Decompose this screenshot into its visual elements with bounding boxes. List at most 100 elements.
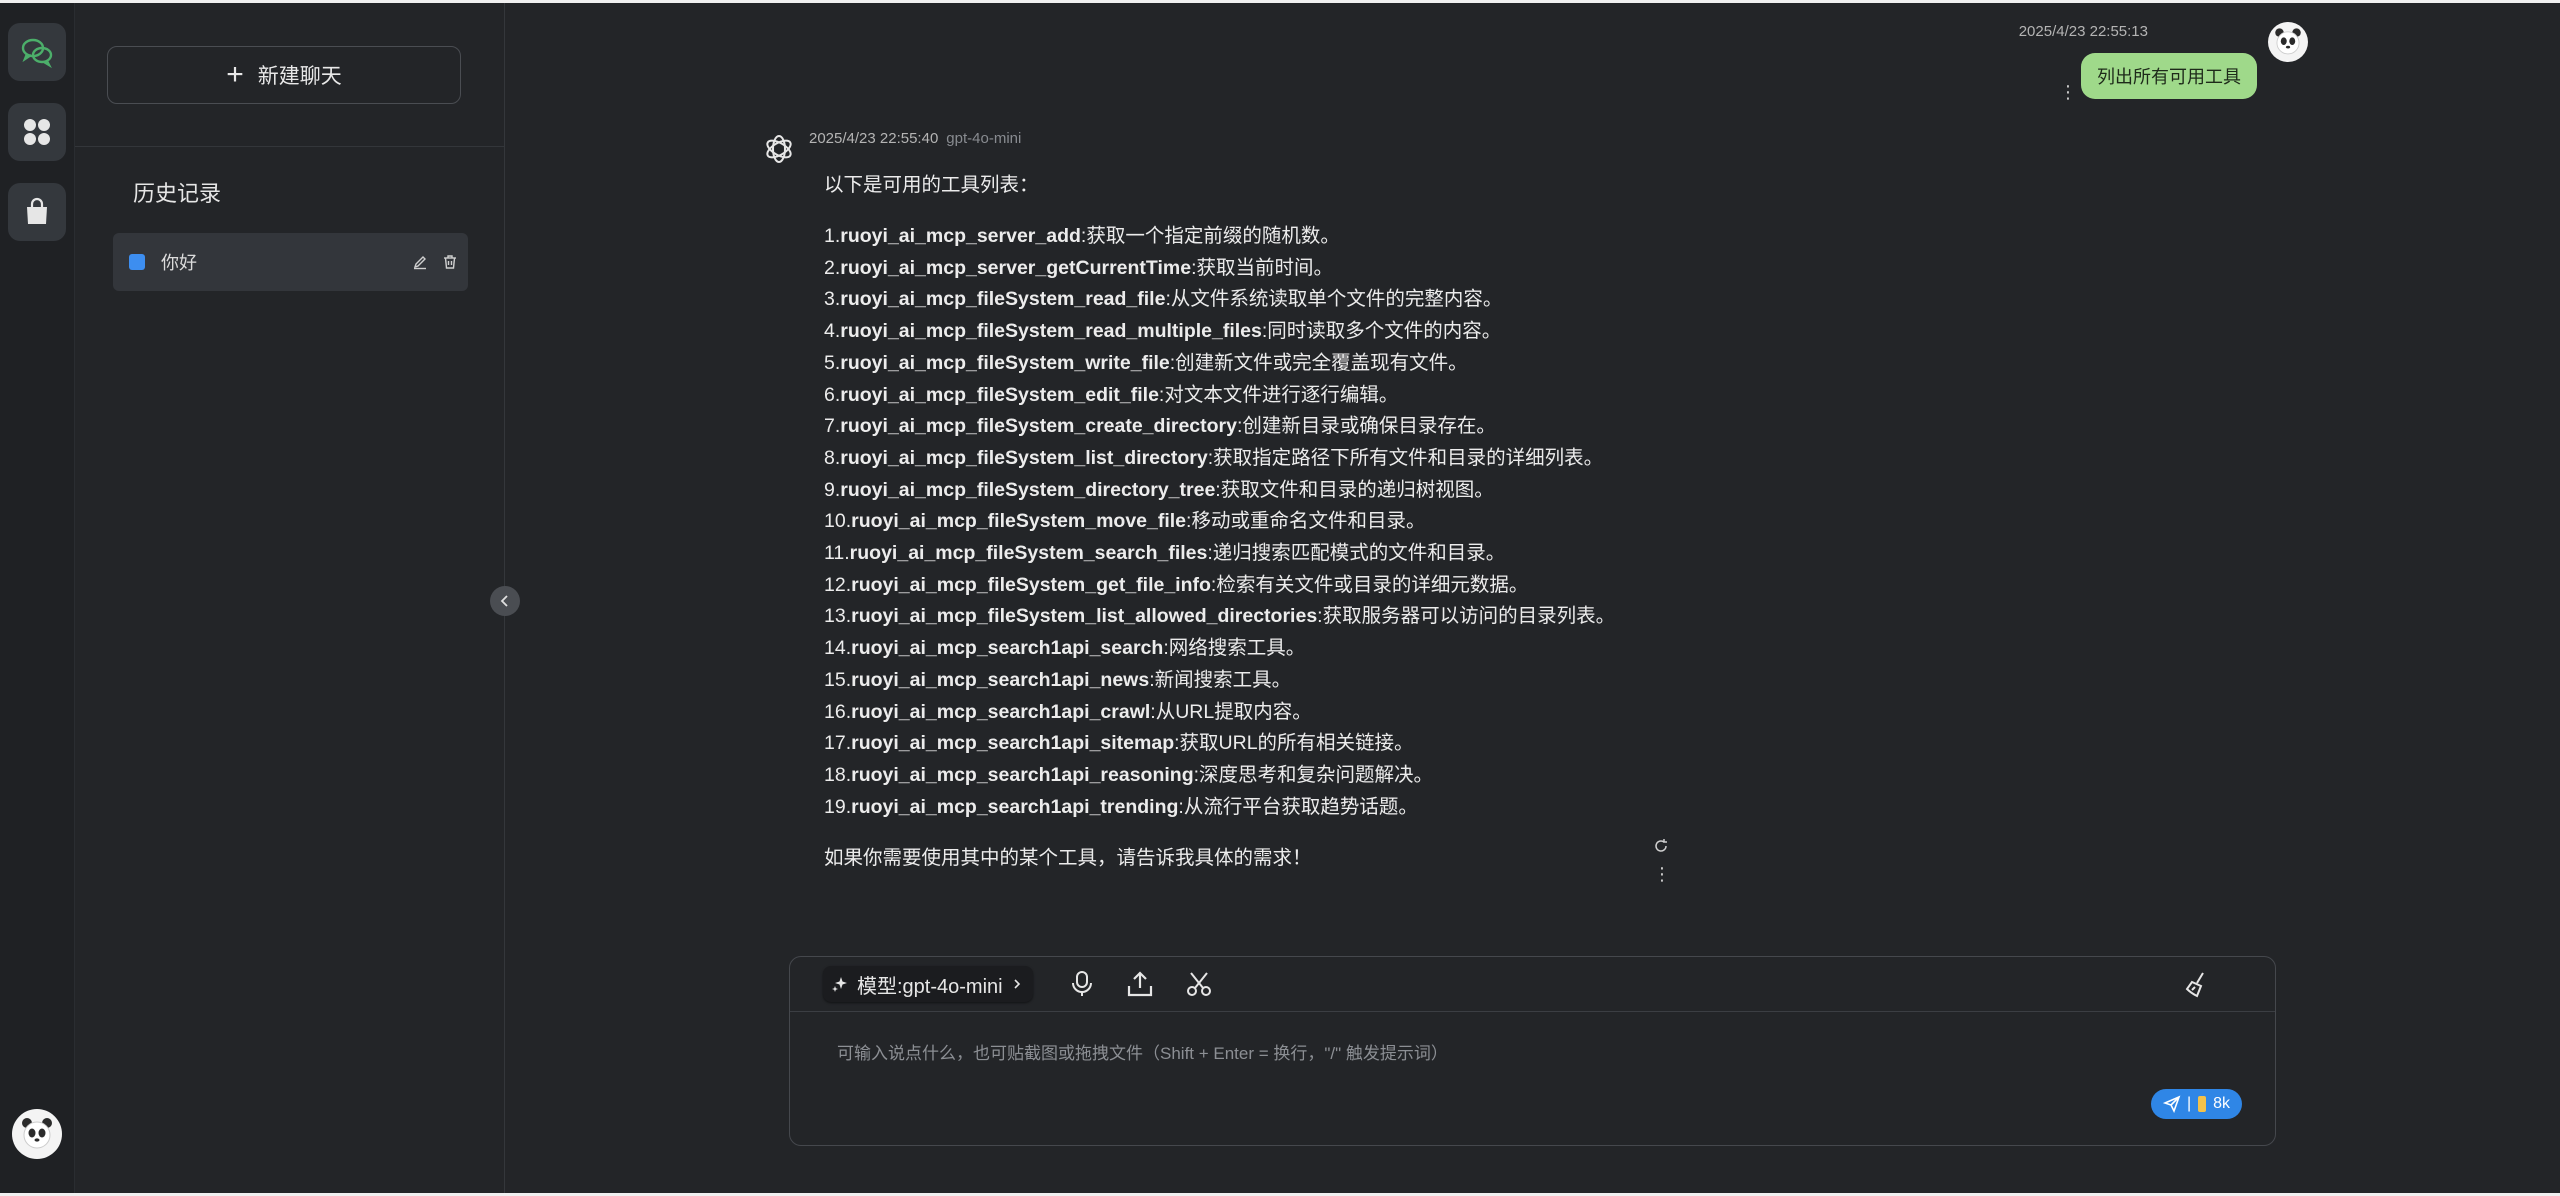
history-item[interactable]: 你好 bbox=[113, 233, 468, 291]
tool-description: :获取一个指定前缀的随机数。 bbox=[1080, 225, 1340, 247]
user-message-avatar bbox=[2268, 22, 2308, 62]
tool-description: :新闻搜索工具。 bbox=[1149, 668, 1292, 691]
tool-list: 1.ruoyi_ai_mcp_server_add:获取一个指定前缀的随机数。 2… bbox=[824, 221, 1644, 823]
user-avatar[interactable] bbox=[12, 1109, 62, 1159]
tool-name: ruoyi_ai_mcp_fileSystem_get_file_info bbox=[851, 573, 1211, 596]
history-title: 历史记录 bbox=[133, 181, 222, 206]
tool-index: 5. bbox=[824, 351, 841, 374]
screenshot-button[interactable] bbox=[1183, 968, 1215, 1000]
bag-icon bbox=[27, 197, 47, 224]
tool-index: 10. bbox=[824, 510, 852, 533]
tool-name: ruoyi_ai_mcp_search1api_sitemap bbox=[851, 732, 1175, 755]
collapse-sidebar-button[interactable] bbox=[490, 586, 520, 616]
tool-description: :获取指定路径下所有文件和目录的详细列表。 bbox=[1207, 446, 1604, 469]
tool-description: :移动或重命名文件和目录。 bbox=[1186, 510, 1426, 533]
tool-name: ruoyi_ai_mcp_fileSystem_list_directory bbox=[840, 446, 1208, 469]
tool-description: :创建新目录或确保目录存在。 bbox=[1236, 415, 1496, 438]
tool-index: 7. bbox=[824, 415, 841, 438]
tool-list-item: 17.ruoyi_ai_mcp_search1api_sitemap:获取URL… bbox=[824, 728, 1644, 760]
assistant-intro: 以下是可用的工具列表： bbox=[824, 174, 1039, 196]
tool-list-item: 18.ruoyi_ai_mcp_search1api_reasoning:深度思… bbox=[824, 760, 1644, 792]
tool-list-item: 16.ruoyi_ai_mcp_search1api_crawl:从URL提取内… bbox=[824, 697, 1644, 729]
tool-list-item: 2.ruoyi_ai_mcp_server_getCurrentTime:获取当… bbox=[824, 253, 1644, 285]
microphone-icon bbox=[1072, 971, 1092, 996]
tool-name: ruoyi_ai_mcp_fileSystem_create_directory bbox=[840, 415, 1237, 438]
tool-description: :从流行平台获取趋势话题。 bbox=[1178, 795, 1418, 818]
tool-list-item: 15.ruoyi_ai_mcp_search1api_news:新闻搜索工具。 bbox=[824, 665, 1644, 697]
rail-apps-button[interactable] bbox=[8, 103, 66, 161]
tool-description: :创建新文件或完全覆盖现有文件。 bbox=[1169, 351, 1468, 374]
tool-description: :获取URL的所有相关链接。 bbox=[1174, 732, 1414, 755]
delete-icon[interactable] bbox=[438, 250, 462, 274]
assistant-message-timestamp: 2025/4/23 22:55:40 bbox=[809, 130, 939, 147]
tool-list-item: 3.ruoyi_ai_mcp_fileSystem_read_file:从文件系… bbox=[824, 284, 1644, 316]
assistant-message-body: 以下是可用的工具列表： 1.ruoyi_ai_mcp_server_add:获取… bbox=[824, 170, 1644, 874]
tool-index: 18. bbox=[824, 763, 852, 786]
tool-name: ruoyi_ai_mcp_search1api_reasoning bbox=[851, 763, 1194, 786]
panda-avatar-icon bbox=[22, 1118, 52, 1149]
chat-icon bbox=[21, 38, 53, 69]
tool-description: :网络搜索工具。 bbox=[1163, 637, 1306, 660]
edit-icon[interactable] bbox=[408, 250, 432, 274]
scissors-icon bbox=[1187, 972, 1211, 996]
composer-toolbar: 模型:gpt-4o-mini bbox=[790, 957, 2275, 1012]
tool-list-item: 1.ruoyi_ai_mcp_server_add:获取一个指定前缀的随机数。 bbox=[824, 221, 1644, 253]
tool-description: :从URL提取内容。 bbox=[1150, 700, 1312, 723]
tool-index: 14. bbox=[824, 637, 852, 660]
tool-description: :检索有关文件或目录的详细元数据。 bbox=[1210, 573, 1529, 596]
assistant-avatar bbox=[760, 130, 798, 168]
clear-chat-button[interactable] bbox=[2181, 968, 2213, 1000]
tool-description: :获取文件和目录的递归树视图。 bbox=[1215, 478, 1494, 501]
user-message-bubble: 列出所有可用工具 bbox=[2081, 53, 2257, 99]
tool-description: :获取当前时间。 bbox=[1191, 256, 1333, 279]
broom-icon bbox=[2185, 972, 2204, 998]
history-item-label: 你好 bbox=[161, 253, 197, 273]
tool-index: 3. bbox=[824, 288, 841, 311]
message-input[interactable]: 可输入说点什么，也可贴截图或拖拽文件（Shift + Enter = 换行，"/… bbox=[837, 1039, 1448, 1064]
upload-icon bbox=[1127, 971, 1153, 997]
tool-list-item: 9.ruoyi_ai_mcp_fileSystem_directory_tree… bbox=[824, 475, 1644, 507]
tool-name: ruoyi_ai_mcp_fileSystem_search_files bbox=[849, 542, 1208, 565]
tool-index: 9. bbox=[824, 478, 841, 501]
assistant-message-model: gpt-4o-mini bbox=[946, 130, 1022, 147]
tool-name: ruoyi_ai_mcp_fileSystem_list_allowed_dir… bbox=[851, 605, 1318, 628]
tool-list-item: 7.ruoyi_ai_mcp_fileSystem_create_directo… bbox=[824, 411, 1644, 443]
regenerate-icon[interactable] bbox=[1652, 837, 1670, 855]
rail-store-button[interactable] bbox=[8, 183, 66, 241]
tool-index: 15. bbox=[824, 668, 852, 691]
tool-list-item: 4.ruoyi_ai_mcp_fileSystem_read_multiple_… bbox=[824, 316, 1644, 348]
model-select-label: 模型:gpt-4o-mini bbox=[857, 975, 1003, 998]
tool-list-item: 5.ruoyi_ai_mcp_fileSystem_write_file:创建新… bbox=[824, 348, 1644, 380]
tool-name: ruoyi_ai_mcp_fileSystem_read_multiple_fi… bbox=[840, 320, 1262, 343]
tool-index: 2. bbox=[824, 256, 841, 279]
sidebar-divider bbox=[75, 146, 504, 147]
model-select-button[interactable]: 模型:gpt-4o-mini bbox=[823, 966, 1033, 1002]
user-message-timestamp: 2025/4/23 22:55:13 bbox=[2018, 23, 2148, 40]
new-chat-button[interactable]: + 新建聊天 bbox=[107, 46, 461, 104]
apps-icon bbox=[24, 119, 50, 145]
tool-index: 6. bbox=[824, 383, 841, 406]
send-button[interactable]: | 8k bbox=[2151, 1089, 2243, 1119]
send-icon bbox=[2163, 1095, 2181, 1113]
tool-description: :同时读取多个文件的内容。 bbox=[1261, 320, 1502, 343]
tool-description: :递归搜索匹配模式的文件和目录。 bbox=[1207, 542, 1506, 565]
tool-name: ruoyi_ai_mcp_fileSystem_directory_tree bbox=[840, 478, 1216, 501]
tool-name: ruoyi_ai_mcp_server_add bbox=[840, 225, 1081, 247]
rail-chat-button[interactable] bbox=[8, 23, 66, 81]
token-icon bbox=[2198, 1096, 2207, 1112]
tool-list-item: 11.ruoyi_ai_mcp_fileSystem_search_files:… bbox=[824, 538, 1644, 570]
voice-input-button[interactable] bbox=[1066, 968, 1098, 1000]
tool-list-item: 14.ruoyi_ai_mcp_search1api_search:网络搜索工具… bbox=[824, 633, 1644, 665]
composer: 模型:gpt-4o-mini 可输入说点什么，也可贴截图或拖拽文件（Shift … bbox=[789, 956, 2276, 1146]
tool-index: 12. bbox=[824, 573, 852, 596]
tool-description: :对文本文件进行逐行编辑。 bbox=[1158, 383, 1399, 406]
assistant-message-meta: 2025/4/23 22:55:40 gpt-4o-mini bbox=[809, 130, 1021, 147]
assistant-message-more-icon[interactable]: ⋮ bbox=[1653, 864, 1671, 884]
user-message-more-icon[interactable]: ⋮ bbox=[2059, 82, 2077, 102]
upload-button[interactable] bbox=[1124, 968, 1156, 1000]
tool-name: ruoyi_ai_mcp_fileSystem_edit_file bbox=[840, 383, 1159, 406]
tool-index: 19. bbox=[824, 795, 852, 818]
tool-index: 8. bbox=[824, 446, 841, 469]
tool-description: :获取服务器可以访问的目录列表。 bbox=[1317, 605, 1616, 628]
tool-name: ruoyi_ai_mcp_search1api_crawl bbox=[851, 700, 1151, 723]
